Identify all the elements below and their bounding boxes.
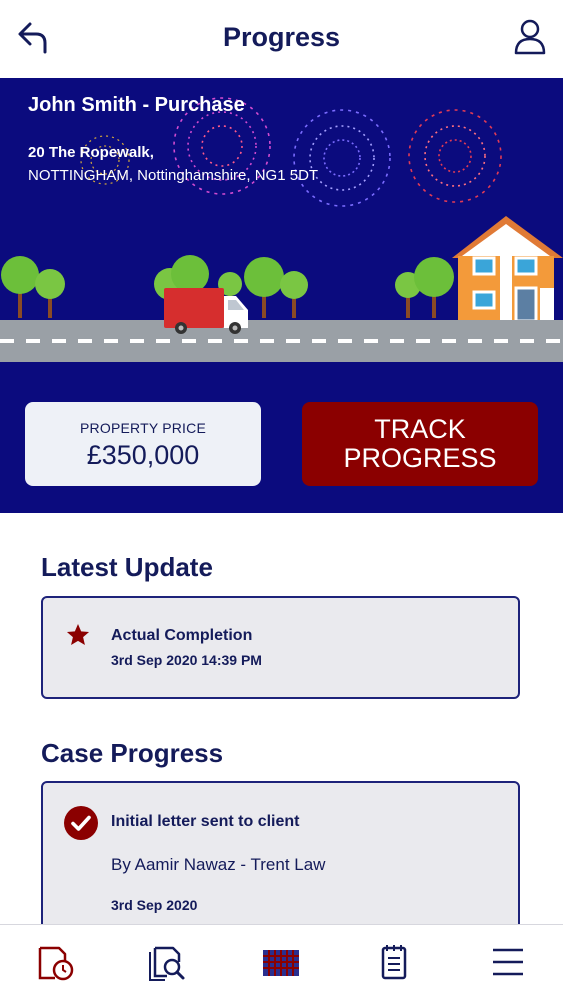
case-progress-item-date: 3rd Sep 2020 xyxy=(111,897,198,913)
user-icon[interactable] xyxy=(513,18,547,56)
nav-documents[interactable] xyxy=(144,937,194,987)
calendar-grid-icon xyxy=(263,950,299,976)
case-progress-item-title: Initial letter sent to client xyxy=(111,813,300,830)
delivery-truck xyxy=(164,288,248,334)
clock-document-icon xyxy=(38,946,74,981)
property-hero: John Smith - Purchase 20 The Ropewalk, N… xyxy=(0,78,563,513)
nav-timeline[interactable] xyxy=(30,937,80,987)
bottom-navigation xyxy=(0,924,563,1001)
latest-update-card[interactable]: Actual Completion 3rd Sep 2020 14:39 PM xyxy=(41,596,520,699)
notepad-icon xyxy=(381,945,407,980)
menu-icon xyxy=(493,948,523,976)
house xyxy=(452,216,563,323)
address-line-2: NOTTINGHAM, Nottinghamshire, NG1 5DT xyxy=(28,167,319,184)
address-line-1: 20 The Ropewalk, xyxy=(28,144,154,161)
moving-day-illustration xyxy=(0,97,563,362)
page-title: Progress xyxy=(222,22,341,52)
check-circle-icon xyxy=(64,806,98,840)
latest-update-title: Actual Completion xyxy=(111,627,253,644)
property-price-card: PROPERTY PRICE £350,000 xyxy=(25,402,261,486)
case-progress-heading: Case Progress xyxy=(41,738,224,768)
search-document-icon xyxy=(149,946,185,981)
track-progress-label-1: TRACK xyxy=(374,414,466,444)
track-progress-label-2: PROGRESS xyxy=(343,443,497,473)
nav-notes[interactable] xyxy=(368,937,418,987)
latest-update-date: 3rd Sep 2020 14:39 PM xyxy=(111,652,262,668)
latest-update-heading: Latest Update xyxy=(41,552,213,582)
firework-4 xyxy=(408,109,502,203)
track-progress-button[interactable]: TRACK PROGRESS xyxy=(302,402,538,486)
star-icon xyxy=(66,623,90,645)
property-price-label: PROPERTY PRICE xyxy=(80,420,206,436)
app-header: Progress xyxy=(0,0,563,78)
nav-menu[interactable] xyxy=(482,937,532,987)
nav-calendar[interactable] xyxy=(256,937,306,987)
property-price-value: £350,000 xyxy=(86,440,200,470)
case-name: John Smith - Purchase xyxy=(28,94,245,116)
case-progress-item-author: By Aamir Nawaz - Trent Law xyxy=(111,855,326,874)
firework-3 xyxy=(293,109,391,207)
